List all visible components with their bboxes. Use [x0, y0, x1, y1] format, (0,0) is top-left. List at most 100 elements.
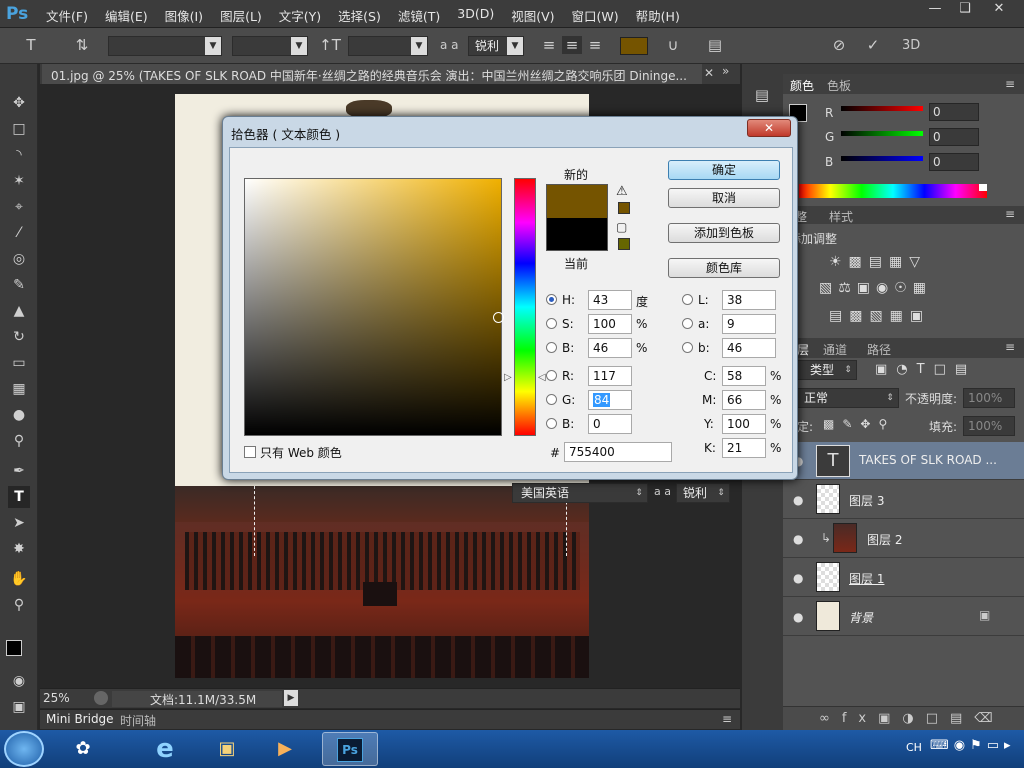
menu-layer[interactable]: 图层(L) [220, 6, 262, 25]
r-input[interactable]: 117 [588, 366, 632, 386]
radio-b[interactable] [546, 342, 557, 353]
ok-button[interactable]: 确定 [668, 160, 780, 180]
tab-swatches[interactable]: 色板 [827, 77, 851, 94]
opacity-field[interactable]: 100% [963, 388, 1015, 408]
font-size-select[interactable]: ▼ [348, 36, 428, 56]
file-explorer-icon[interactable]: ▣ [206, 732, 248, 766]
layer-row-background[interactable]: ● 背景 ▣ [783, 598, 1024, 636]
radio-r[interactable] [546, 370, 557, 381]
r-value[interactable]: 0 [929, 103, 979, 121]
layer-action-icons[interactable]: ∞fx▣◑□▤⌫ [819, 711, 1005, 726]
tab-timeline[interactable]: 时间轴 [120, 712, 156, 729]
menu-help[interactable]: 帮助(H) [636, 6, 680, 25]
menu-select[interactable]: 选择(S) [338, 6, 381, 25]
crop-tool-icon[interactable]: ⌖ [8, 196, 30, 218]
status-info-icon[interactable] [94, 691, 108, 705]
commit-icon[interactable]: ✓ [862, 36, 884, 54]
blend-mode-select[interactable]: 正常 ⇕ [797, 388, 899, 408]
font-style-select[interactable]: ▼ [232, 36, 308, 56]
b-input[interactable]: 46 [588, 338, 632, 358]
toggle-orientation-icon[interactable]: ⇅ [70, 36, 94, 54]
b-slider[interactable] [841, 156, 923, 161]
m-input[interactable]: 66 [722, 390, 766, 410]
gradient-tool-icon[interactable]: ▦ [8, 378, 30, 400]
minimize-icon[interactable]: — [920, 0, 950, 20]
current-color-swatch[interactable] [546, 218, 608, 251]
l-input[interactable]: 38 [722, 290, 776, 310]
hand-tool-icon[interactable]: ✋ [8, 568, 30, 590]
eye-icon[interactable]: ● [793, 532, 803, 546]
zoom-tool-icon[interactable]: ⚲ [8, 594, 30, 616]
gamut-swatch[interactable] [618, 202, 630, 214]
g-input[interactable]: 84 [588, 390, 632, 410]
eye-icon[interactable]: ● [793, 493, 803, 507]
3d-label[interactable]: 3D [902, 38, 920, 53]
tray-icons[interactable]: ⌨◉⚑▭▸ [930, 738, 1016, 753]
healing-brush-icon[interactable]: ◎ [8, 248, 30, 270]
layer-row-text[interactable]: ● T TAKES OF SLK ROAD ... [783, 442, 1024, 480]
menu-file[interactable]: 文件(F) [46, 6, 88, 25]
panel-menu-icon[interactable]: ≡ [1005, 340, 1015, 354]
quick-select-icon[interactable]: ✶ [8, 170, 30, 192]
lab-b-input[interactable]: 46 [722, 338, 776, 358]
radio-g[interactable] [546, 394, 557, 405]
document-tab[interactable]: 01.jpg @ 25% (TAKES OF SLK ROAD 中国新年·丝绸之… [42, 64, 702, 84]
a-input[interactable]: 9 [722, 314, 776, 334]
g-value[interactable]: 0 [929, 128, 979, 146]
tab-color[interactable]: 颜色 [790, 77, 814, 94]
align-left-icon[interactable]: ≡ [540, 36, 558, 54]
web-safe-swatch[interactable] [618, 238, 630, 250]
align-center-icon[interactable]: ≡ [562, 36, 582, 54]
radio-lab-b[interactable] [682, 342, 693, 353]
menu-edit[interactable]: 编辑(E) [105, 6, 148, 25]
menu-image[interactable]: 图像(I) [165, 6, 203, 25]
menu-window[interactable]: 窗口(W) [572, 6, 619, 25]
color-field-cursor[interactable] [493, 312, 504, 323]
lasso-tool-icon[interactable]: ◝ [8, 144, 30, 166]
menu-3d[interactable]: 3D(D) [457, 6, 494, 25]
radio-l[interactable] [682, 294, 693, 305]
blur-tool-icon[interactable]: ● [8, 404, 30, 426]
y-input[interactable]: 100 [722, 414, 766, 434]
adjustment-icons-row3[interactable]: ▤▩▧▦▣ [829, 308, 930, 324]
radio-b2[interactable] [546, 418, 557, 429]
hex-input[interactable]: 755400 [564, 442, 672, 462]
type-tool-icon[interactable]: T [20, 36, 42, 54]
eye-icon[interactable]: ● [793, 610, 803, 624]
shape-tool-icon[interactable]: ✸ [8, 538, 30, 560]
radio-a[interactable] [682, 318, 693, 329]
photoshop-taskbar-button[interactable]: Ps [322, 732, 378, 766]
restore-icon[interactable]: ❑ [950, 0, 980, 20]
b2-input[interactable]: 0 [588, 414, 632, 434]
quick-mask-icon[interactable]: ◉ [8, 670, 30, 692]
screen-mode-icon[interactable]: ▣ [8, 696, 30, 718]
cancel-button[interactable]: 取消 [668, 188, 780, 208]
adjustment-icons-row2[interactable]: ▧⚖▣◉☉▦ [819, 280, 932, 296]
tab-styles[interactable]: 样式 [829, 208, 853, 225]
warp-text-icon[interactable]: ∪ [662, 36, 684, 54]
color-ramp[interactable] [799, 184, 987, 198]
internet-explorer-icon[interactable]: e [144, 732, 186, 766]
web-only-checkbox[interactable] [244, 446, 256, 458]
char-antialias-select[interactable]: 锐利 ⇕ [676, 483, 730, 503]
input-language[interactable]: CH [906, 741, 922, 754]
r-slider[interactable] [841, 106, 923, 111]
menu-type[interactable]: 文字(Y) [279, 6, 321, 25]
k-input[interactable]: 21 [722, 438, 766, 458]
panel-menu-icon[interactable]: ≡ [1005, 207, 1015, 221]
color-libraries-button[interactable]: 颜色库 [668, 258, 780, 278]
layer-filter-icons[interactable]: ▣◔T□▤ [875, 362, 976, 377]
g-slider[interactable] [841, 131, 923, 136]
tab-layers[interactable]: 层 [797, 341, 809, 358]
play-arrow-icon[interactable]: ▶ [284, 690, 298, 706]
start-button[interactable] [4, 731, 44, 767]
color-field[interactable] [244, 178, 504, 436]
tab-paths[interactable]: 路径 [867, 341, 891, 358]
media-center-icon[interactable]: ✿ [62, 732, 104, 766]
fill-field[interactable]: 100% [963, 416, 1015, 436]
dodge-tool-icon[interactable]: ⚲ [8, 430, 30, 452]
lock-icons[interactable]: ▩✎✥⚲ [823, 417, 895, 431]
layer-row-1[interactable]: ● 图层 1 [783, 559, 1024, 597]
language-select[interactable]: 美国英语 ⇕ [512, 483, 648, 503]
hue-slider-right-arrow[interactable]: ◁ [538, 372, 546, 383]
